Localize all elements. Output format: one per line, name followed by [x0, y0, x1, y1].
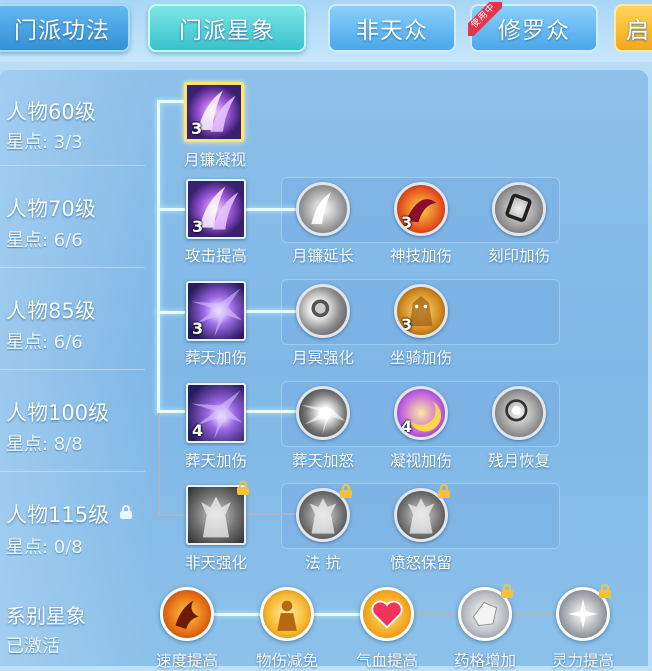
row-title: 人物100级 — [6, 401, 110, 425]
wane-moon-icon[interactable] — [492, 386, 546, 440]
skill-level: 3 — [401, 213, 413, 232]
crescent-blade-icon[interactable]: 3 — [186, 179, 246, 239]
skill-level: 4 — [401, 417, 413, 436]
in-use-ribbon: 使用中 — [468, 2, 502, 36]
row-divider — [0, 369, 145, 370]
row-title: 人物70级 — [6, 197, 96, 221]
tab-feitian[interactable]: 非天众 — [328, 4, 456, 52]
link-line — [246, 208, 296, 211]
tree-locked-line — [158, 514, 186, 516]
level-column — [0, 70, 150, 666]
row-divider — [0, 267, 145, 268]
system-label: 灵力提高 — [551, 652, 614, 670]
row-stars: 星点: 3/3 — [6, 132, 83, 153]
skill-level: 3 — [192, 319, 204, 338]
skill-level: 3 — [401, 315, 413, 334]
lock-icon — [339, 484, 353, 498]
tab-sect-skills[interactable]: 门派功法 — [0, 4, 130, 52]
row-divider — [0, 471, 145, 472]
guardian-figure-icon[interactable] — [260, 587, 314, 641]
skill-level: 4 — [192, 421, 204, 440]
system-label: 药格增加 — [453, 652, 516, 670]
rune-mark-icon[interactable] — [492, 182, 546, 236]
tab-label: 门派星象 — [179, 18, 275, 44]
link-line — [246, 310, 296, 313]
rage-burst-icon[interactable] — [296, 386, 350, 440]
system-link-line — [312, 613, 362, 616]
skill-label: 非天强化 — [184, 554, 247, 572]
heart-icon[interactable] — [360, 587, 414, 641]
row-stars: 星点: 6/6 — [6, 332, 83, 353]
system-link-line — [412, 613, 462, 615]
skill-label: 法 抗 — [305, 554, 341, 572]
tab-xiuluo[interactable]: 使用中 修罗众 — [468, 2, 598, 52]
void-burst-icon[interactable]: 4 — [186, 383, 246, 443]
row-stars: 星点: 0/8 — [6, 537, 83, 558]
moon-gaze-icon[interactable]: 4 — [394, 386, 448, 440]
row-title: 人物60级 — [6, 100, 96, 124]
system-label: 气血提高 — [355, 652, 418, 670]
tab-label: 门派功法 — [14, 18, 110, 44]
lock-icon — [236, 481, 250, 495]
system-link-line — [512, 613, 560, 615]
lock-icon — [437, 484, 451, 498]
skill-label: 坐骑加伤 — [389, 349, 452, 367]
row-title: 人物115级 — [6, 503, 110, 527]
golden-mount-icon[interactable]: 3 — [394, 284, 448, 338]
lock-icon — [119, 505, 133, 519]
skill-label: 葬天加怒 — [291, 452, 354, 470]
tree-trunk-line — [157, 100, 160, 413]
system-label: 物伤减免 — [255, 652, 318, 670]
tree-locked-line — [158, 413, 160, 515]
skill-level: 3 — [191, 119, 203, 138]
tree-branch-line — [157, 410, 185, 413]
link-line — [246, 513, 296, 515]
skill-label: 葬天加伤 — [184, 452, 247, 470]
demon-claw-icon[interactable]: 3 — [394, 182, 448, 236]
skill-label: 凝视加伤 — [389, 452, 452, 470]
skill-label: 神技加伤 — [389, 247, 452, 265]
speed-flame-icon[interactable] — [160, 587, 214, 641]
tree-branch-line — [157, 208, 185, 211]
tab-label: 修罗众 — [498, 18, 570, 44]
skill-label: 月镰延长 — [291, 247, 354, 265]
void-burst-icon[interactable]: 3 — [186, 281, 246, 341]
skill-label: 葬天加伤 — [184, 349, 247, 367]
dark-moon-icon[interactable] — [296, 284, 350, 338]
skill-label: 愤怒保留 — [389, 554, 452, 572]
tab-label: 启 — [626, 18, 650, 44]
tree-branch-line — [157, 311, 185, 314]
tab-label: 非天众 — [356, 18, 428, 44]
system-link-line — [212, 613, 262, 616]
skill-label: 月冥强化 — [291, 349, 354, 367]
skill-label: 刻印加伤 — [487, 247, 550, 265]
row-title: 人物85级 — [6, 299, 96, 323]
skill-level: 3 — [192, 217, 204, 236]
system-status: 已激活 — [6, 636, 60, 657]
skill-label: 残月恢复 — [487, 452, 550, 470]
skill-label: 月镰凝视 — [183, 151, 246, 169]
skill-label: 攻击提高 — [184, 247, 247, 265]
blade-gray-icon[interactable] — [296, 182, 350, 236]
system-label: 速度提高 — [155, 652, 218, 670]
link-line — [246, 410, 296, 413]
row-stars: 星点: 6/6 — [6, 230, 83, 251]
tab-sect-stars[interactable]: 门派星象 — [148, 4, 306, 52]
system-title: 系别星象 — [6, 604, 86, 628]
tree-branch-line — [157, 100, 185, 103]
crescent-blade-icon[interactable]: 3 — [184, 82, 244, 142]
tab-activate[interactable]: 启 — [614, 4, 652, 52]
tab-bar: 门派功法 门派星象 非天众 使用中 修罗众 启 — [0, 0, 652, 62]
row-stars: 星点: 8/8 — [6, 434, 83, 455]
lock-icon — [598, 584, 612, 598]
lock-icon — [500, 584, 514, 598]
row-divider — [0, 165, 145, 166]
